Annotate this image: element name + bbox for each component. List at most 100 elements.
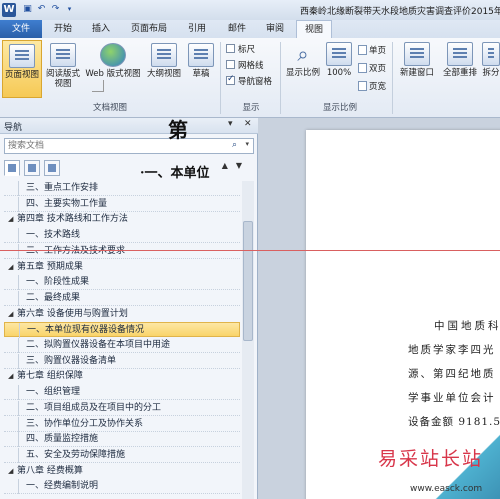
tree-section-item[interactable]: 一、组织管理 <box>4 385 240 401</box>
title-bar: W ▣ ↶ ↷ ▾ 西秦岭北缘断裂带天水段地质灾害调查评价2015年续作 <box>0 0 500 20</box>
collapse-triangle-icon[interactable]: ◢ <box>8 212 17 227</box>
tree-item-label: 一、阶段性成果 <box>26 277 90 288</box>
tree-chapter-item[interactable]: ◢ 第六章 设备使用与购置计划 <box>4 307 240 322</box>
one-page-icon <box>358 45 367 55</box>
nav-pane-checkbox[interactable]: 导航窗格 <box>226 74 272 87</box>
word-logo-icon[interactable]: W <box>2 3 16 17</box>
tab-file[interactable]: 文件 <box>0 20 42 38</box>
tree-chapter-item[interactable]: ◢ 第四章 技术路线和工作方法 <box>4 212 240 227</box>
tab-review[interactable]: 审阅 <box>258 20 292 38</box>
tree-item-label: 第八章 经费概算 <box>17 465 83 476</box>
nav-view-tabs: ▲▼ <box>4 160 254 178</box>
tree-section-item[interactable]: 二、项目组成员及在项目中的分工 <box>4 400 240 416</box>
tree-item-label: 第四章 技术路线和工作方法 <box>17 214 128 225</box>
reading-layout-button[interactable]: 阅读版式 视图 <box>44 43 82 97</box>
tree-item-label: 一、技术路线 <box>26 230 81 241</box>
split-icon <box>482 42 500 66</box>
nav-title: 导航 <box>4 123 23 133</box>
new-window-icon <box>404 42 430 66</box>
zoom-button[interactable]: ⌕ 显示比例 <box>284 42 322 96</box>
tree-item-label: 二、项目组成员及在项目中的分工 <box>26 402 162 413</box>
one-page-button[interactable]: 单页 <box>358 44 386 56</box>
tree-chapter-item[interactable]: ◢ 第七章 组织保障 <box>4 369 240 384</box>
red-guide-line <box>0 250 500 251</box>
tree-section-item[interactable]: 一、技术路线 <box>4 228 240 244</box>
quick-access-dropdown-icon[interactable]: ▾ <box>64 4 75 15</box>
gridlines-checkbox[interactable]: 网格线 <box>226 59 264 71</box>
navigation-pane: 导航 ▾ ✕ ⌕ ▾ ▲▼ 三、重点工作安排四、主要实物工作量◢第四章 技术路线… <box>0 118 258 499</box>
save-icon[interactable]: ▣ <box>22 4 33 15</box>
doc-heading: 第 <box>168 118 188 142</box>
tree-item-label: 三、协作单位分工及协作关系 <box>26 418 144 429</box>
two-pages-button[interactable]: 双页 <box>358 62 386 74</box>
collapse-triangle-icon[interactable]: ◢ <box>8 307 17 322</box>
zoom-100-button[interactable]: 100% <box>324 42 354 96</box>
page-width-button[interactable]: 页宽 <box>358 80 386 92</box>
collapse-triangle-icon[interactable]: ◢ <box>8 464 17 479</box>
tree-section-item[interactable]: 三、购置仪器设备清单 <box>4 353 240 369</box>
tree-section-item[interactable]: 一、阶段性成果 <box>4 275 240 291</box>
draft-view-icon <box>188 43 214 67</box>
collapse-triangle-icon[interactable]: ◢ <box>8 369 17 384</box>
tab-page-layout[interactable]: 页面布局 <box>124 20 174 38</box>
ribbon-view: 页面视图 阅读版式 视图 Web 版式视图 大纲视图 草稿 文档视图 标尺 网格… <box>0 38 500 118</box>
print-layout-icon <box>9 44 35 68</box>
tree-item-label: 一、经费编制说明 <box>26 481 99 492</box>
group-label-zoom: 显示比例 <box>322 103 357 113</box>
tree-section-item[interactable]: 三、重点工作安排 <box>4 181 240 196</box>
tree-item-label: 三、重点工作安排 <box>26 183 99 193</box>
tab-view[interactable]: 视图 <box>296 20 332 39</box>
scrollbar-thumb[interactable] <box>243 221 253 341</box>
tree-section-item[interactable]: 一、本单位现有仪器设备情况 <box>4 322 240 339</box>
tree-section-item[interactable]: 二、拟购置仪器设备在本项目中用途 <box>4 338 240 353</box>
ruler-checkbox-box <box>226 44 235 53</box>
tree-chapter-item[interactable]: ◢ 第八章 经费概算 <box>4 464 240 479</box>
print-layout-button[interactable]: 页面视图 <box>2 40 42 98</box>
nav-header: 导航 ▾ ✕ <box>0 118 258 134</box>
pages-icon <box>28 164 36 172</box>
tree-chapter-item[interactable]: ◢ 第五章 预期成果 <box>4 260 240 275</box>
nav-arrows[interactable]: ▲▼ <box>222 161 250 170</box>
collapse-triangle-icon[interactable]: ◢ <box>8 260 17 275</box>
chevron-down-icon[interactable]: ▾ <box>245 140 249 148</box>
tab-insert[interactable]: 插入 <box>86 20 116 38</box>
outline-view-button[interactable]: 大纲视图 <box>144 43 184 97</box>
tab-pages[interactable] <box>24 160 40 176</box>
tab-references[interactable]: 引用 <box>180 20 214 38</box>
doc-line: 学事业单位会计 <box>408 392 496 404</box>
tree-section-item[interactable]: 三、协作单位分工及协作关系 <box>4 416 240 432</box>
tree-section-item[interactable]: 四、质量监控措施 <box>4 432 240 448</box>
tree-section-item[interactable]: 四、主要实物工作量 <box>4 196 240 212</box>
undo-icon[interactable]: ↶ <box>36 4 47 15</box>
tree-item-label: 二、最终成果 <box>26 292 81 303</box>
group-label-document-views: 文档视图 <box>92 103 127 113</box>
new-window-button[interactable]: 新建窗口 <box>396 42 438 96</box>
arrange-all-icon <box>447 42 473 66</box>
nav-scrollbar[interactable] <box>242 181 254 499</box>
search-box[interactable]: ⌕ ▾ <box>4 138 254 154</box>
ribbon-tab-row: 文件 开始 插入 页面布局 引用 邮件 审阅 视图 <box>0 20 500 39</box>
tree-section-item[interactable]: 一、经费编制说明 <box>4 479 240 495</box>
tab-mailings[interactable]: 邮件 <box>220 20 254 38</box>
doc-subheading: ·一、本单位 <box>140 166 210 181</box>
nav-options-icon[interactable]: ▾ <box>228 119 233 129</box>
redo-icon[interactable]: ↷ <box>50 4 61 15</box>
ruler-checkbox[interactable]: 标尺 <box>226 43 255 55</box>
tree-item-label: 二、拟购置仪器设备在本项目中用途 <box>26 340 171 350</box>
draft-view-button[interactable]: 草稿 <box>186 43 216 97</box>
outline-view-icon <box>151 43 177 67</box>
tree-section-item[interactable]: 二、最终成果 <box>4 290 240 306</box>
tab-results[interactable] <box>44 160 60 176</box>
close-icon[interactable]: ✕ <box>244 119 252 129</box>
gridlines-checkbox-box <box>226 60 235 69</box>
tab-headings[interactable] <box>4 160 20 176</box>
tree-section-item[interactable]: 五、安全及劳动保障措施 <box>4 447 240 463</box>
tree-section-item[interactable]: 二、工作方法及技术要求 <box>4 243 240 259</box>
search-icon[interactable]: ⌕ <box>232 140 237 150</box>
two-pages-icon <box>358 63 367 73</box>
tree-item-label: 四、主要实物工作量 <box>26 198 108 209</box>
tab-home[interactable]: 开始 <box>48 20 78 38</box>
split-button[interactable]: 拆分 <box>482 42 500 96</box>
arrange-all-button[interactable]: 全部重排 <box>440 42 480 96</box>
tree-item-label: 一、本单位现有仪器设备情况 <box>27 325 145 336</box>
